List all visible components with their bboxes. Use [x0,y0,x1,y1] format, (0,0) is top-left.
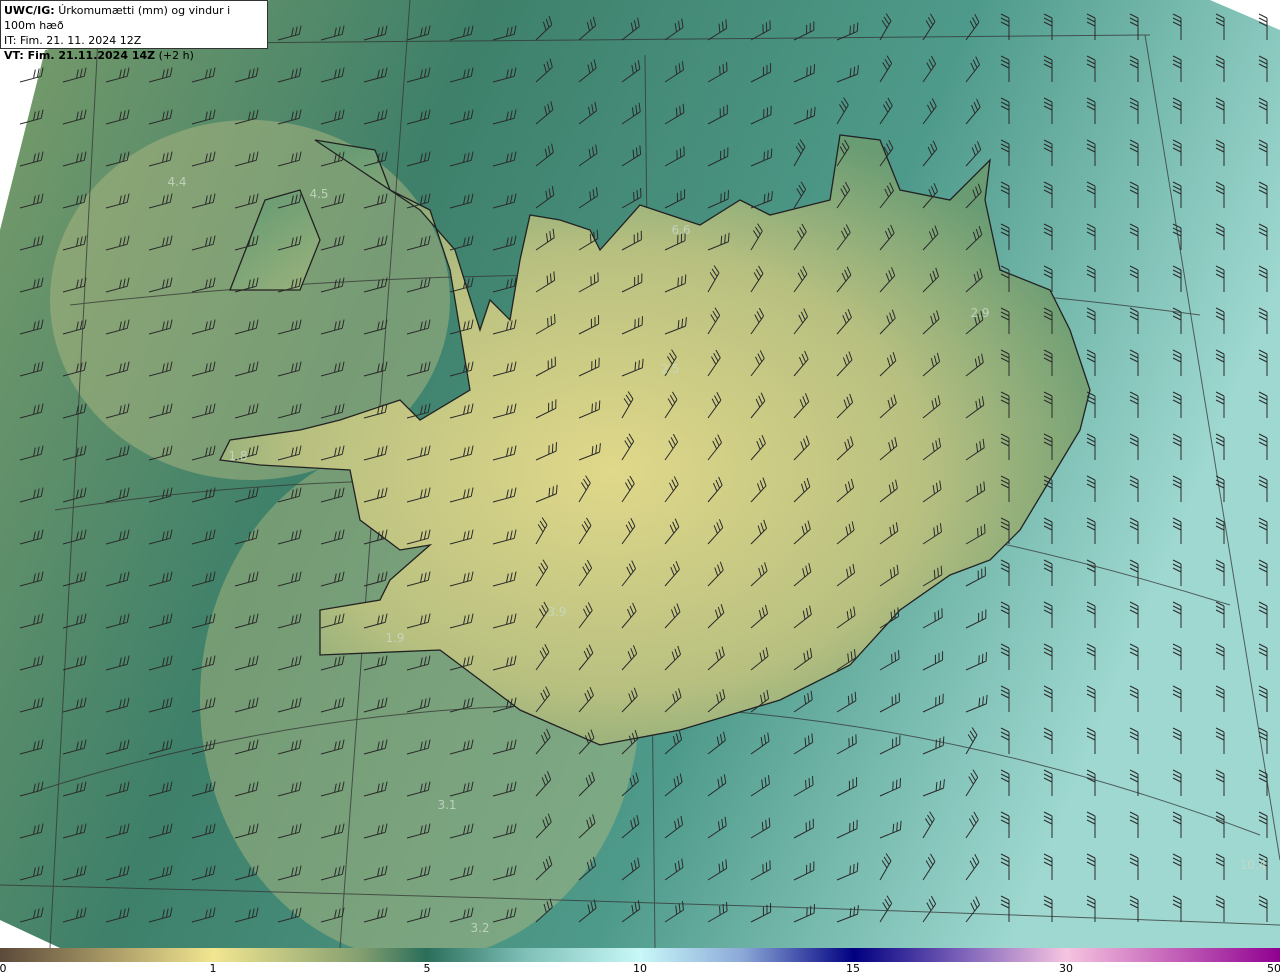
precipitation-colorbar [0,948,1280,962]
precip-value-label: 3.1 [437,798,456,812]
colorbar-tick: 15 [846,962,860,975]
colorbar-tick: 30 [1059,962,1073,975]
colorbar-tick: 0 [0,962,7,975]
precip-value-label: 4.4 [167,175,186,189]
precip-value-label: 10.4 [1240,858,1267,872]
map-title-box: UWC/IG: Úrkomumætti (mm) og vindur i 100… [0,0,268,62]
precip-value-label: 2.5 [660,362,679,376]
precip-value-label: 3.9 [547,605,566,619]
precip-value-label: 3.2 [470,921,489,935]
precip-value-label: 6.6 [671,223,690,237]
precip-value-label: 1.9 [385,631,404,645]
precip-value-label: 1.8 [228,449,247,463]
forecast-offset: (+2 h) [158,49,194,62]
precip-value-label: 2.9 [970,306,989,320]
colorbar-tick: 1 [209,962,217,975]
colorbar-tick: 5 [423,962,431,975]
initial-time: IT: Fim. 21. 11. 2024 12Z [4,34,142,47]
valid-time: VT: Fim. 21.11.2024 14Z [4,49,156,62]
precip-value-label: 4.5 [309,187,328,201]
colorbar-tick: 50 [1267,962,1280,975]
model-name: UWC/IG: [4,4,55,17]
precipitation-wind-map: 4.4 4.5 6.6 2.9 2.5 1.8 1.9 3.9 3.1 3.2 10.4 [0,0,1280,948]
colorbar-tick: 10 [633,962,647,975]
